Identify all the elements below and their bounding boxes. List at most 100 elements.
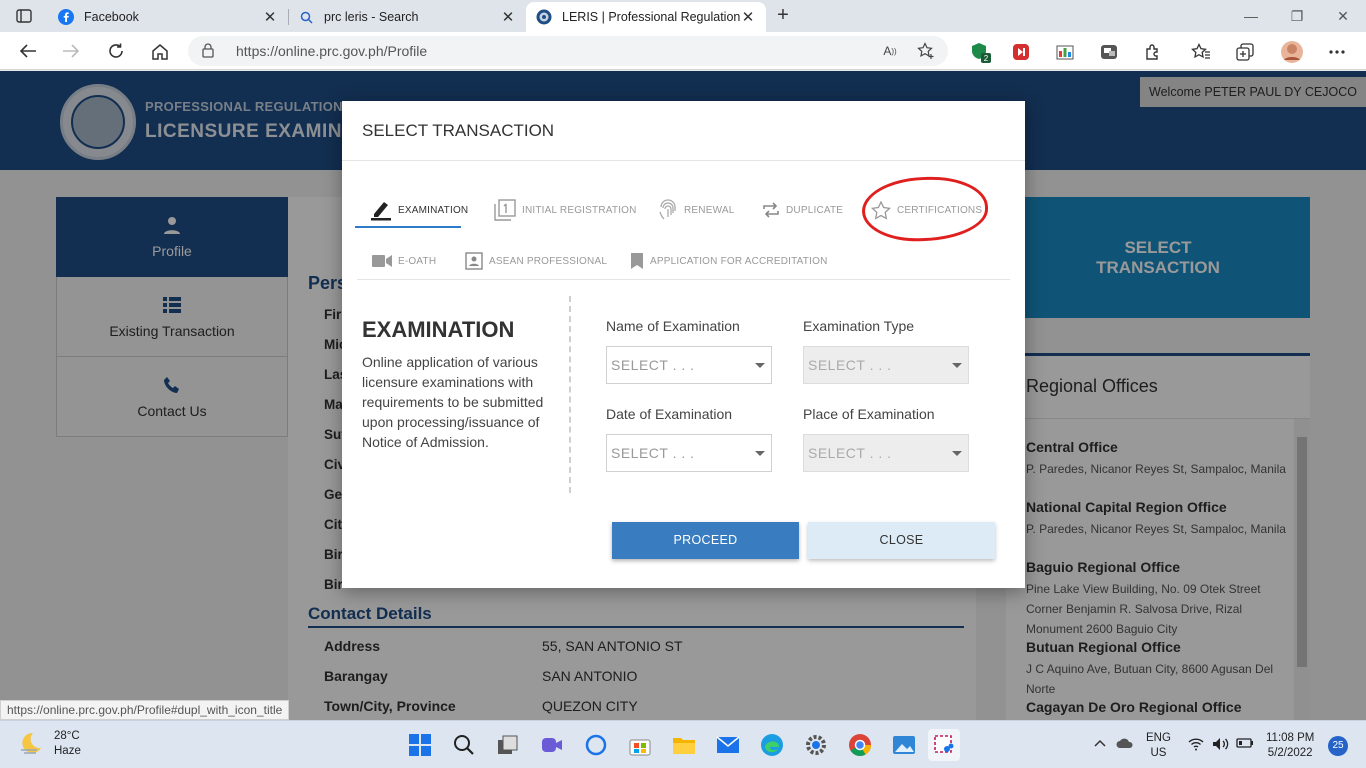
store-button[interactable] (624, 729, 656, 761)
add-favorite-icon[interactable] (914, 41, 938, 61)
cortana-button[interactable] (580, 729, 612, 761)
wifi-icon[interactable] (1188, 737, 1204, 756)
cortana-ring-icon (585, 734, 607, 756)
edge-button[interactable] (756, 729, 788, 761)
onedrive-icon[interactable] (1116, 737, 1134, 754)
clock-date: 5/2/2022 (1267, 747, 1313, 759)
close-window-button[interactable]: ✕ (1320, 0, 1366, 32)
divider (357, 279, 1010, 280)
snipping-tool-button[interactable] (928, 729, 960, 761)
forward-button[interactable] (54, 35, 88, 67)
tab-title: LERIS | Professional Regulation C (562, 10, 740, 24)
place-of-examination-select[interactable]: SELECT . . . (803, 434, 969, 472)
section-description: Online application of various licensure … (362, 354, 544, 450)
tab-application-for-accreditation[interactable]: APPLICATION FOR ACCREDITATION (630, 248, 828, 274)
task-view-button[interactable] (492, 729, 524, 761)
field-label: Examination Type (803, 318, 915, 334)
caret-down-icon (952, 363, 962, 368)
tab-title: prc leris - Search (324, 10, 419, 24)
refresh-button[interactable] (99, 35, 133, 67)
address-bar[interactable]: https://online.prc.gov.ph/Profile A)) (188, 36, 948, 66)
mail-button[interactable] (712, 729, 744, 761)
close-tab-icon[interactable]: ✕ (740, 8, 756, 26)
extension-chart-icon[interactable] (1054, 41, 1076, 63)
more-menu-icon[interactable] (1326, 41, 1348, 63)
dashed-divider (569, 296, 571, 493)
teams-chat-button[interactable] (536, 729, 568, 761)
field-label: Place of Examination (803, 406, 935, 422)
photos-icon (893, 736, 915, 754)
profile-avatar-icon[interactable] (1281, 41, 1303, 63)
extension-shield-icon[interactable]: 2 (970, 41, 992, 63)
tab-asean-professional[interactable]: ASEAN PROFESSIONAL (465, 248, 607, 274)
field-label: Date of Examination (606, 406, 733, 422)
date-of-examination-select[interactable]: SELECT . . . (606, 434, 772, 472)
tab-search[interactable]: prc leris - Search ✕ (288, 2, 527, 32)
tab-examination[interactable]: EXAMINATION (370, 197, 468, 223)
bookmark-icon (630, 252, 644, 270)
search-icon (298, 9, 314, 25)
restore-button[interactable]: ❐ (1274, 0, 1320, 32)
photos-button[interactable] (888, 729, 920, 761)
search-icon (454, 735, 474, 755)
section-title: EXAMINATION (362, 317, 515, 342)
tab-label: E-OATH (398, 255, 437, 267)
extension-record-icon[interactable] (1010, 41, 1032, 63)
extension-badge: 2 (984, 54, 989, 63)
moon-haze-icon (18, 730, 44, 759)
new-tab-button[interactable]: + (770, 4, 796, 28)
close-tab-icon[interactable]: ✕ (262, 8, 278, 26)
name-of-examination-select[interactable]: SELECT . . . (606, 346, 772, 384)
divider (342, 160, 1025, 161)
url-text[interactable]: https://online.prc.gov.ph/Profile (236, 43, 427, 59)
chat-camera-icon (542, 738, 562, 752)
red-circle-annotation (860, 174, 990, 244)
refresh-icon (109, 43, 123, 58)
favorites-icon[interactable] (1190, 41, 1212, 63)
settings-button[interactable] (800, 729, 832, 761)
tab-e-oath[interactable]: E-OATH (372, 248, 436, 274)
collections-icon[interactable] (1234, 41, 1256, 63)
back-button[interactable] (11, 35, 45, 67)
file-explorer-button[interactable] (668, 729, 700, 761)
mail-icon (716, 736, 740, 753)
battery-icon[interactable] (1236, 738, 1254, 753)
tab-leris[interactable]: LERIS | Professional Regulation C ✕ (526, 2, 766, 32)
minimize-button[interactable]: — (1228, 0, 1274, 32)
clock[interactable]: 11:08 PM 5/2/2022 (1266, 731, 1314, 761)
tab-renewal[interactable]: RENEWAL (658, 197, 734, 223)
extensions-icon[interactable] (1142, 41, 1164, 63)
windows-taskbar: 28°C Haze ENG US 11:08 PM 5/2/2022 25 (0, 720, 1366, 768)
tab-title: Facebook (84, 10, 139, 24)
read-aloud-icon[interactable]: A)) (878, 41, 902, 61)
close-button[interactable]: CLOSE (808, 522, 995, 559)
weather-widget[interactable]: 28°C Haze (18, 729, 81, 759)
show-hidden-icons-button[interactable] (1094, 737, 1106, 752)
close-tab-icon[interactable]: ✕ (500, 8, 516, 26)
tab-label: DUPLICATE (786, 204, 844, 216)
taskbar-search-button[interactable] (448, 729, 480, 761)
notification-badge[interactable]: 25 (1328, 736, 1348, 756)
status-bar-url: https://online.prc.gov.ph/Profile#dupl_w… (0, 700, 290, 720)
edge-icon (761, 734, 783, 756)
volume-icon[interactable] (1212, 737, 1230, 756)
language-indicator[interactable]: ENG US (1146, 731, 1171, 761)
clock-time: 11:08 PM (1266, 732, 1315, 744)
gear-icon (806, 735, 826, 755)
extension-puzzle-square-icon[interactable] (1098, 41, 1120, 63)
tab-label: EXAMINATION (398, 204, 469, 216)
lock-icon[interactable] (202, 43, 214, 61)
select-value: SELECT . . . (611, 357, 695, 373)
proceed-button[interactable]: PROCEED (612, 522, 799, 559)
tab-initial-registration[interactable]: INITIAL REGISTRATION (494, 197, 637, 223)
examination-type-select[interactable]: SELECT . . . (803, 346, 969, 384)
tab-facebook[interactable]: Facebook ✕ (48, 2, 289, 32)
start-button[interactable] (404, 729, 436, 761)
chrome-button[interactable] (844, 729, 876, 761)
home-button[interactable] (143, 35, 177, 67)
tab-duplicate[interactable]: DUPLICATE (762, 197, 843, 223)
tab-actions-button[interactable] (0, 0, 48, 32)
folder-icon (673, 738, 695, 754)
weather-desc: Haze (54, 745, 81, 757)
caret-down-icon (755, 363, 765, 368)
